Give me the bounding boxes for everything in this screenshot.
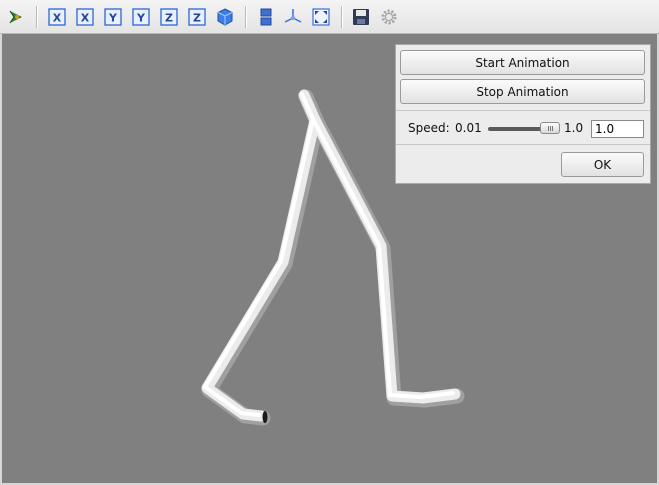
view-y-reverse-icon[interactable]: Y	[132, 8, 150, 26]
speed-input[interactable]: 1.0	[591, 120, 644, 138]
panel-divider	[396, 110, 650, 111]
toolbar-separator	[36, 6, 38, 28]
svg-text:Y: Y	[136, 12, 146, 25]
view-iso-cube-icon[interactable]	[216, 8, 234, 26]
view-x-icon[interactable]: X	[48, 8, 66, 26]
settings-gear-icon[interactable]	[380, 8, 398, 26]
view-z-reverse-icon[interactable]: Z	[188, 8, 206, 26]
animation-panel: Start Animation Stop Animation Speed: 0.…	[395, 44, 651, 184]
speed-label: Speed:	[408, 121, 450, 135]
speed-min-label: 0.01	[455, 121, 482, 135]
view-z-icon[interactable]: Z	[160, 8, 178, 26]
toolbar-separator	[245, 6, 247, 28]
panel-divider	[396, 144, 650, 145]
app-logo-icon[interactable]	[7, 8, 25, 26]
stop-animation-button[interactable]: Stop Animation	[400, 79, 645, 104]
ok-button[interactable]: OK	[561, 152, 644, 177]
axes-icon[interactable]	[284, 8, 302, 26]
view-y-icon[interactable]: Y	[104, 8, 122, 26]
view-x-reverse-icon[interactable]: X	[76, 8, 94, 26]
left-leg-shadow	[201, 89, 325, 426]
tube-end-cap	[262, 411, 268, 423]
svg-text:Z: Z	[165, 12, 173, 25]
svg-text:X: X	[81, 12, 90, 25]
save-icon[interactable]	[352, 8, 370, 26]
fit-all-icon[interactable]	[312, 8, 330, 26]
toolbar-separator	[341, 6, 343, 28]
toolbar: X X Y Y Z Z	[0, 0, 659, 34]
speed-slider-handle[interactable]	[540, 122, 560, 134]
speed-max-label: 1.0	[564, 121, 584, 135]
split-view-icon[interactable]	[257, 8, 275, 26]
svg-text:Z: Z	[193, 12, 201, 25]
start-animation-button[interactable]: Start Animation	[400, 50, 645, 75]
svg-text:Y: Y	[108, 12, 118, 25]
left-leg	[201, 89, 321, 422]
svg-text:X: X	[53, 12, 62, 25]
